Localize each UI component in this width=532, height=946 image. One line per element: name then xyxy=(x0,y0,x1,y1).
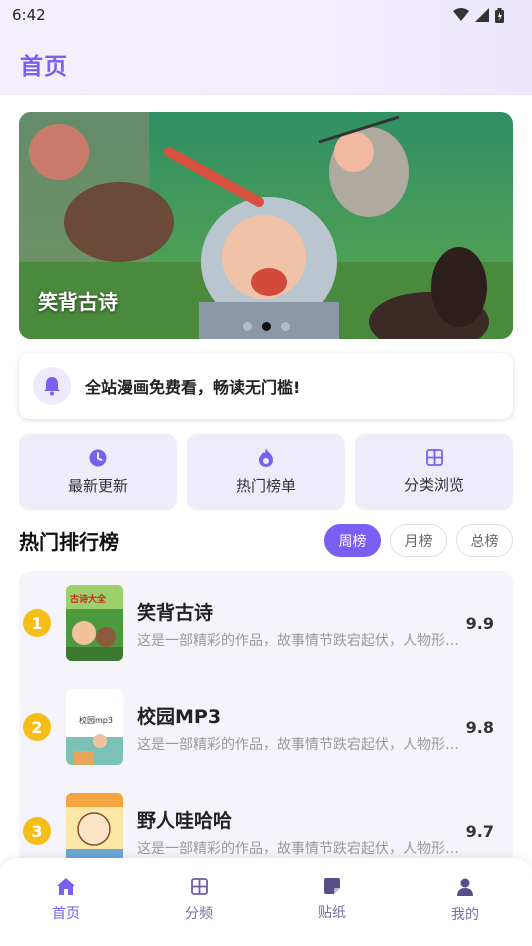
bell-icon xyxy=(33,367,71,405)
banner-title: 笑背古诗 xyxy=(38,290,118,314)
nav-label: 贴纸 xyxy=(318,905,346,921)
carousel-dot[interactable] xyxy=(280,322,290,331)
cover-title: 校园mp3 xyxy=(79,716,113,725)
wifi-icon xyxy=(453,8,469,21)
page-title: 首页 xyxy=(20,54,68,80)
comic-score: 9.7 xyxy=(465,822,494,841)
ranking-title: 热门排行榜 xyxy=(19,530,119,554)
tab-all-time[interactable]: 总榜 xyxy=(456,524,513,557)
cover-title: 古诗大全 xyxy=(70,595,107,605)
quick-category-browse-button[interactable]: 分类浏览 xyxy=(355,434,513,510)
status-icons xyxy=(453,7,504,23)
comic-title: 笑背古诗 xyxy=(137,602,214,624)
ranking-item[interactable]: 1 古诗大全 笑背古诗 这是一部精彩的作品，故事情节跌宕起伏，人物形象鲜明 9.… xyxy=(19,571,513,675)
quick-latest-updates-button[interactable]: 最新更新 xyxy=(19,434,177,510)
quick-label: 最新更新 xyxy=(67,476,128,495)
status-bar: 6:42 xyxy=(0,0,532,30)
ranking-item[interactable]: 2 校园mp3 校园MP3 这是一部精彩的作品，故事情节跌宕起伏，人物形象鲜明 … xyxy=(19,675,513,779)
clock-icon xyxy=(89,449,107,466)
comic-title: 校园MP3 xyxy=(137,706,222,728)
signal-icon xyxy=(475,8,489,22)
rank-badge: 2 xyxy=(23,713,51,741)
nav-home[interactable]: 首页 xyxy=(31,878,101,923)
person-icon xyxy=(457,878,473,896)
comic-cover: 古诗大全 xyxy=(66,585,123,661)
bottom-navigation: 首页 分频 贴纸 我的 xyxy=(0,858,532,946)
notice-card[interactable]: 全站漫画免费看，畅读无门槛! xyxy=(19,353,513,419)
nav-label: 我的 xyxy=(451,907,479,923)
ranking-item[interactable]: 3 野人哇哈哈 这是一部精彩的作品，故事情节跌宕起伏，人物形象鲜明 9.7 xyxy=(19,779,513,861)
nav-profile[interactable]: 我的 xyxy=(430,878,500,924)
quick-label: 分类浏览 xyxy=(403,476,464,494)
comic-score: 9.8 xyxy=(465,718,494,737)
sticker-icon xyxy=(324,878,340,894)
quick-hot-list-button[interactable]: 热门榜单 xyxy=(187,434,345,510)
home-icon xyxy=(57,878,75,895)
grid-icon xyxy=(190,878,208,895)
carousel-dot-active[interactable] xyxy=(261,322,271,331)
flame-icon xyxy=(259,448,273,467)
comic-description: 这是一部精彩的作品，故事情节跌宕起伏，人物形象鲜明 xyxy=(137,841,459,857)
carousel-dots xyxy=(19,322,513,331)
comic-title: 野人哇哈哈 xyxy=(137,810,233,832)
grid-icon xyxy=(425,449,443,466)
tab-monthly[interactable]: 月榜 xyxy=(390,524,447,557)
rank-badge: 3 xyxy=(23,817,51,845)
ranking-list: 1 古诗大全 笑背古诗 这是一部精彩的作品，故事情节跌宕起伏，人物形象鲜明 9.… xyxy=(19,571,513,861)
nav-category[interactable]: 分频 xyxy=(164,878,234,923)
banner-carousel[interactable]: 笑背古诗 xyxy=(19,112,513,339)
comic-cover xyxy=(66,793,123,861)
tab-weekly[interactable]: 周榜 xyxy=(324,524,381,557)
battery-icon xyxy=(495,7,504,23)
quick-label: 热门榜单 xyxy=(235,477,296,495)
comic-description: 这是一部精彩的作品，故事情节跌宕起伏，人物形象鲜明 xyxy=(137,633,459,649)
comic-cover: 校园mp3 xyxy=(66,689,123,765)
comic-description: 这是一部精彩的作品，故事情节跌宕起伏，人物形象鲜明 xyxy=(137,737,459,753)
nav-stickers[interactable]: 贴纸 xyxy=(297,878,367,922)
nav-label: 首页 xyxy=(52,906,80,922)
notice-text: 全站漫画免费看，畅读无门槛! xyxy=(85,378,301,397)
nav-label: 分频 xyxy=(185,906,213,922)
status-time: 6:42 xyxy=(12,6,46,24)
rank-badge: 1 xyxy=(23,609,51,637)
comic-score: 9.9 xyxy=(465,614,494,633)
carousel-dot[interactable] xyxy=(242,322,252,331)
